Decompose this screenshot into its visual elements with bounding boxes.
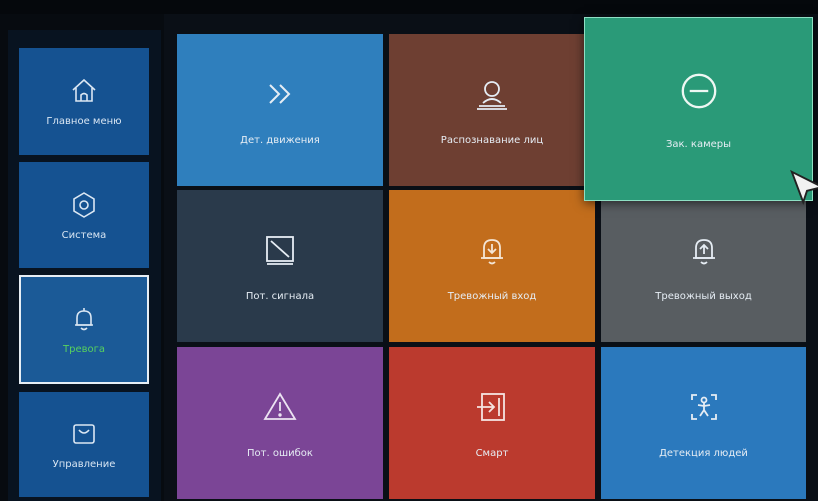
minus-circle-icon — [677, 69, 721, 117]
top-bar — [0, 0, 818, 14]
double-chevron-icon — [261, 75, 299, 117]
home-icon — [69, 76, 99, 110]
face-recognition-icon — [473, 75, 511, 117]
sidebar-item-label: Тревога — [62, 344, 105, 355]
tile-label: Зак. камеры — [665, 138, 732, 150]
bell-icon — [69, 304, 99, 338]
smart-exit-icon — [473, 388, 511, 430]
sidebar-item-label: Главное меню — [46, 116, 122, 127]
person-detection-icon — [685, 388, 723, 430]
alarm-out-icon — [685, 231, 723, 273]
tile-label: Дет. движения — [240, 134, 320, 146]
tile-label: Тревожный вход — [447, 290, 537, 302]
tile-alarm-output[interactable]: Тревожный выход — [601, 190, 806, 342]
sidebar-item-management[interactable]: Управление — [19, 392, 149, 497]
warning-triangle-icon — [261, 388, 299, 430]
bag-icon — [69, 419, 99, 453]
tile-label: Пот. сигнала — [245, 290, 315, 302]
settings-gear-icon — [69, 190, 99, 224]
tile-label: Детекция людей — [659, 447, 748, 459]
tile-label: Тревожный выход — [655, 290, 752, 302]
tile-motion-detection[interactable]: Дет. движения — [177, 34, 383, 186]
tile-camera-tampering[interactable]: Зак. камеры — [584, 17, 818, 206]
tile-label: Распознавание лиц — [440, 134, 544, 146]
sidebar-item-system[interactable]: Система — [19, 162, 149, 268]
sidebar: Главное меню Система Тревога Управление — [8, 30, 161, 501]
mouse-cursor-icon — [788, 168, 818, 206]
tile-label: Пот. ошибок — [247, 447, 313, 459]
tile-alarm-input[interactable]: Тревожный вход — [389, 190, 595, 342]
video-loss-icon — [261, 231, 299, 273]
alarm-in-icon — [473, 231, 511, 273]
tile-label: Смарт — [475, 447, 509, 459]
tile-face-recognition[interactable]: Распознавание лиц — [389, 34, 595, 186]
sidebar-item-label: Управление — [52, 459, 116, 470]
tile-video-loss[interactable]: Пот. сигнала — [177, 190, 383, 342]
tile-person-detection[interactable]: Детекция людей — [601, 347, 806, 499]
tile-smart[interactable]: Смарт — [389, 347, 595, 499]
sidebar-item-label: Система — [61, 229, 107, 241]
tile-error-loss[interactable]: Пот. ошибок — [177, 347, 383, 499]
sidebar-item-alarm[interactable]: Тревога — [19, 275, 149, 384]
sidebar-item-main-menu[interactable]: Главное меню — [19, 48, 149, 155]
